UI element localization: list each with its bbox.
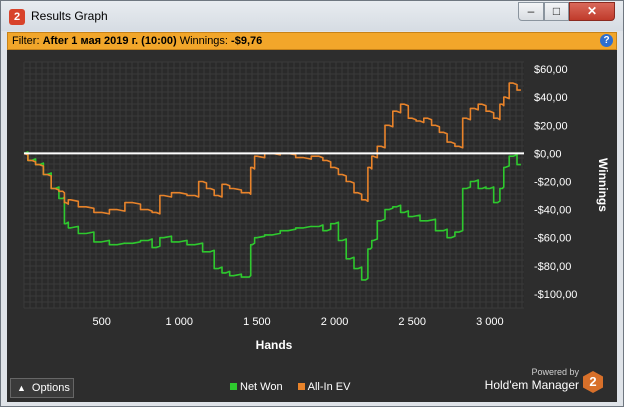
filter-value: After 1 мая 2019 г. (10:00) xyxy=(42,35,177,47)
legend-label-all-in-ev: All-In EV xyxy=(307,381,351,393)
minimize-button[interactable]: – xyxy=(518,2,544,21)
y-tick-label: -$60,00 xyxy=(534,233,571,245)
results-graph-window: 2 Results Graph – □ ✕ Filter: After 1 ма… xyxy=(0,0,624,407)
y-tick-label: -$80,00 xyxy=(534,261,571,273)
y-tick-label: $60,00 xyxy=(534,64,568,76)
x-axis-label: Hands xyxy=(256,338,293,352)
bottom-bar: ▲ Options Net Won All-In EV Powered by Ho… xyxy=(7,367,617,402)
close-button[interactable]: ✕ xyxy=(569,2,615,21)
y-tick-label: $20,00 xyxy=(534,120,568,132)
y-tick-label: -$20,00 xyxy=(534,176,571,188)
legend-item-net-won[interactable]: Net Won xyxy=(230,381,283,393)
chart-legend: Net Won All-In EV xyxy=(230,381,362,393)
y-tick-label: -$40,00 xyxy=(534,205,571,217)
y-tick-label: $40,00 xyxy=(534,92,568,104)
plot-area xyxy=(24,62,524,308)
branding: Powered by Hold'em Manager 2 xyxy=(479,367,609,393)
winnings-value: -$9,76 xyxy=(231,35,263,47)
net-won-swatch xyxy=(230,383,237,390)
brand-name: Hold'em Manager xyxy=(484,378,579,392)
title-bar[interactable]: 2 Results Graph – □ ✕ xyxy=(1,1,623,31)
legend-label-net-won: Net Won xyxy=(240,381,283,393)
window-title: Results Graph xyxy=(31,9,108,23)
help-icon[interactable]: ? xyxy=(600,34,613,47)
x-tick-label: 2 000 xyxy=(321,316,349,328)
y-axis-label: Winnings xyxy=(596,158,610,212)
hm2-logo-icon: 2 xyxy=(583,371,603,393)
options-label: Options xyxy=(31,382,70,394)
powered-by-text: Powered by xyxy=(531,367,579,377)
y-tick-label: -$100,00 xyxy=(534,289,577,301)
options-button[interactable]: ▲ Options xyxy=(10,378,74,398)
chevron-up-icon: ▲ xyxy=(17,383,26,393)
y-tick-label: $0,00 xyxy=(534,148,562,160)
x-tick-label: 2 500 xyxy=(398,316,426,328)
x-tick-label: 500 xyxy=(92,316,110,328)
filter-label: Filter: xyxy=(12,35,40,47)
legend-item-all-in-ev[interactable]: All-In EV xyxy=(297,381,351,393)
x-tick-label: 3 000 xyxy=(476,316,504,328)
hm2-app-icon: 2 xyxy=(9,9,25,25)
maximize-button[interactable]: □ xyxy=(544,2,569,21)
results-graph: 500 1 000 1 500 2 000 2 500 3 000 $60,00 $40,00… xyxy=(7,50,617,377)
x-tick-label: 1 000 xyxy=(166,316,194,328)
results-chart: 500 1 000 1 500 2 000 2 500 3 000 $60,00 $40,00… xyxy=(23,61,610,352)
filter-bar: Filter: After 1 мая 2019 г. (10:00) Winn… xyxy=(7,32,617,50)
winnings-label: Winnings: xyxy=(179,35,228,47)
x-tick-label: 1 500 xyxy=(243,316,271,328)
all-in-ev-swatch xyxy=(297,383,305,390)
